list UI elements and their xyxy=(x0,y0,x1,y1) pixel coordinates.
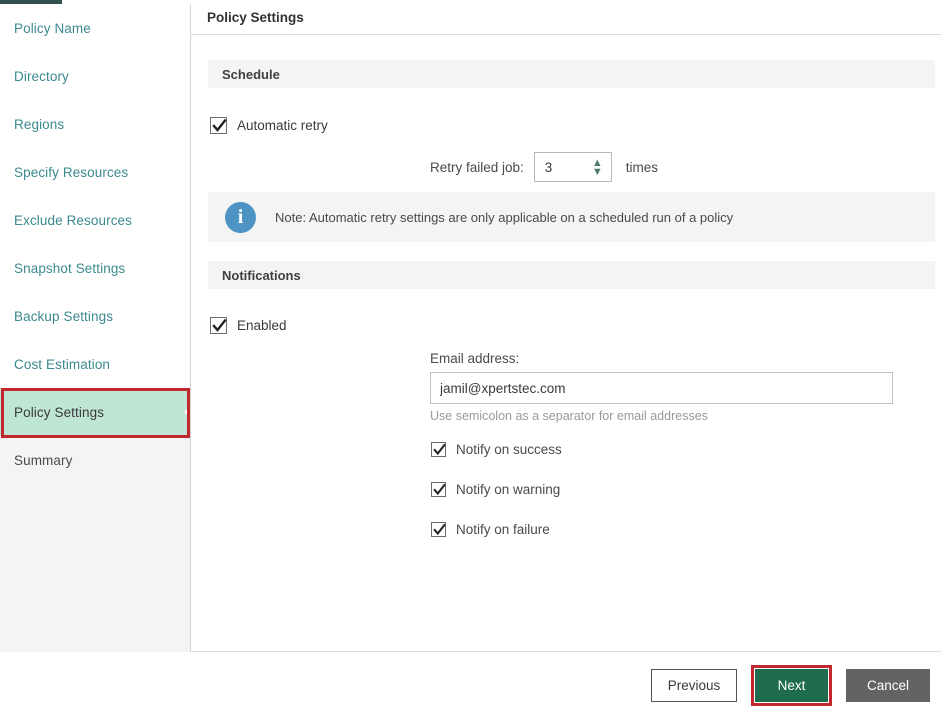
selected-step-arrow-icon xyxy=(184,406,190,418)
sidebar-item-backup-settings[interactable]: Backup Settings xyxy=(0,292,190,340)
section-header-schedule: Schedule xyxy=(208,60,935,88)
sidebar-item-label: Snapshot Settings xyxy=(14,260,126,276)
chevron-down-icon[interactable]: ▼ xyxy=(592,167,603,178)
sidebar-item-policy-name[interactable]: Policy Name xyxy=(0,4,190,52)
notify-on-failure-label: Notify on failure xyxy=(456,522,550,537)
retry-units-label: times xyxy=(625,159,659,175)
sidebar-item-snapshot-settings[interactable]: Snapshot Settings xyxy=(0,244,190,292)
checkmark-icon xyxy=(212,118,227,132)
section-header-label: Notifications xyxy=(222,267,301,283)
policy-settings-panel: Policy Settings Schedule Automatic retry… xyxy=(191,0,941,652)
sidebar-item-label: Regions xyxy=(14,116,65,132)
info-glyph: i xyxy=(237,206,244,228)
retry-failed-job-label: Retry failed job: xyxy=(430,159,524,175)
wizard-step-list: Policy Name Directory Regions Specify Re… xyxy=(0,4,190,484)
checkmark-icon xyxy=(433,443,446,456)
sidebar-item-policy-settings[interactable]: Policy Settings xyxy=(0,388,190,436)
page-title: Policy Settings xyxy=(207,10,304,25)
wizard-step-sidebar: Policy Name Directory Regions Specify Re… xyxy=(0,4,191,656)
sidebar-item-label: Policy Name xyxy=(14,20,91,36)
sidebar-item-regions[interactable]: Regions xyxy=(0,100,190,148)
retry-failed-job-row: Retry failed job: 3 ▲ ▼ times xyxy=(430,152,658,182)
email-address-hint: Use semicolon as a separator for email a… xyxy=(430,409,708,423)
notifications-enabled-row[interactable]: Enabled xyxy=(210,317,287,334)
retry-count-value: 3 xyxy=(544,159,553,175)
automatic-retry-checkbox[interactable] xyxy=(210,117,227,134)
sidebar-item-label: Directory xyxy=(14,68,69,84)
automatic-retry-label: Automatic retry xyxy=(237,118,328,133)
section-header-notifications: Notifications xyxy=(208,261,935,289)
sidebar-item-label: Specify Resources xyxy=(14,164,129,180)
automatic-retry-checkbox-row[interactable]: Automatic retry xyxy=(210,117,328,134)
sidebar-item-exclude-resources[interactable]: Exclude Resources xyxy=(0,196,190,244)
sidebar-item-cost-estimation[interactable]: Cost Estimation xyxy=(0,340,190,388)
notify-on-success-checkbox[interactable] xyxy=(431,442,446,457)
checkmark-icon xyxy=(433,483,446,496)
sidebar-item-summary[interactable]: Summary xyxy=(0,436,190,484)
automatic-retry-note: i Note: Automatic retry settings are onl… xyxy=(208,192,935,242)
sidebar-item-specify-resources[interactable]: Specify Resources xyxy=(0,148,190,196)
next-button[interactable]: Next xyxy=(755,669,828,702)
notify-on-warning-row[interactable]: Notify on warning xyxy=(431,482,560,497)
checkmark-icon xyxy=(212,318,227,332)
stepper-arrows[interactable]: ▲ ▼ xyxy=(592,158,603,178)
notify-on-success-row[interactable]: Notify on success xyxy=(431,442,562,457)
sidebar-item-label: Backup Settings xyxy=(14,308,114,324)
notify-on-failure-row[interactable]: Notify on failure xyxy=(431,522,550,537)
sidebar-item-label: Summary xyxy=(14,452,73,468)
note-text: Note: Automatic retry settings are only … xyxy=(275,209,734,225)
sidebar-item-directory[interactable]: Directory xyxy=(0,52,190,100)
sidebar-item-label: Cost Estimation xyxy=(14,356,111,372)
email-address-label: Email address: xyxy=(430,351,520,366)
notify-on-success-label: Notify on success xyxy=(456,442,562,457)
sidebar-item-label: Exclude Resources xyxy=(14,212,133,228)
info-icon: i xyxy=(225,201,256,233)
wizard-footer: Previous Next Cancel xyxy=(0,652,941,715)
notify-on-warning-checkbox[interactable] xyxy=(431,482,446,497)
cancel-button[interactable]: Cancel xyxy=(846,669,930,702)
retry-count-stepper[interactable]: 3 ▲ ▼ xyxy=(533,152,612,182)
notify-on-warning-label: Notify on warning xyxy=(456,482,561,497)
section-header-label: Schedule xyxy=(222,66,280,82)
notifications-enabled-checkbox[interactable] xyxy=(210,317,227,334)
policy-wizard-window: Policy Name Directory Regions Specify Re… xyxy=(0,0,941,715)
notifications-enabled-label: Enabled xyxy=(237,318,287,333)
checkmark-icon xyxy=(433,523,446,536)
notify-on-failure-checkbox[interactable] xyxy=(431,522,446,537)
title-divider xyxy=(191,34,941,35)
sidebar-item-label: Policy Settings xyxy=(14,404,105,420)
email-address-input[interactable] xyxy=(430,372,893,404)
previous-button[interactable]: Previous xyxy=(651,669,737,702)
